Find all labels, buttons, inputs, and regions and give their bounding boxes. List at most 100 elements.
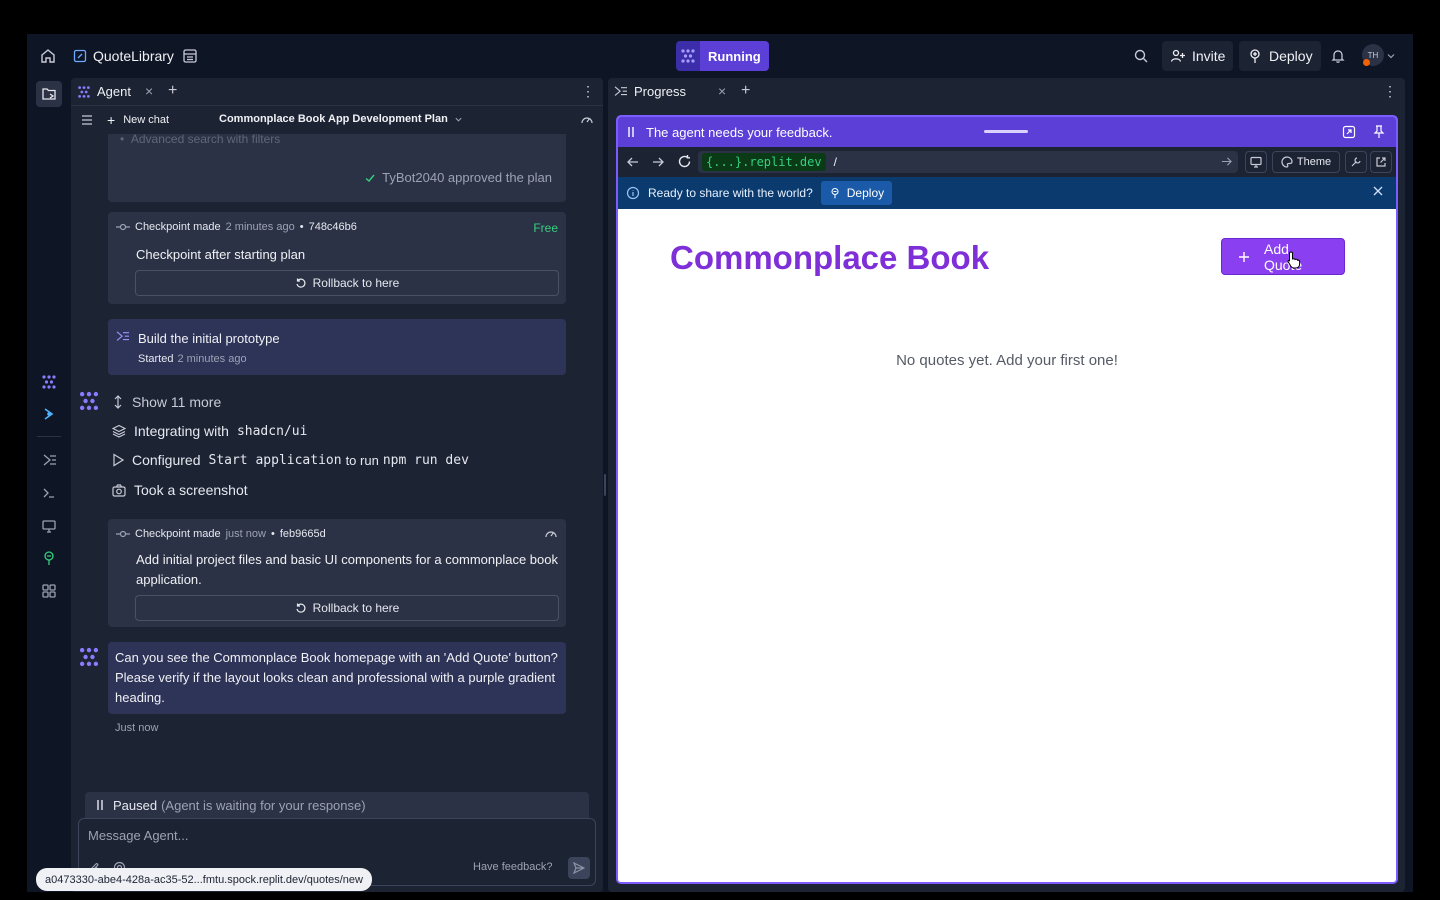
invite-button[interactable]: Invite	[1162, 41, 1234, 71]
deploy-label: Deploy	[1269, 48, 1313, 64]
rollback-button[interactable]: Rollback to here	[135, 595, 559, 621]
chevron-down-icon	[454, 115, 463, 124]
feedback-request-text: The agent needs your feedback.	[646, 124, 833, 140]
bell-icon[interactable]	[1326, 44, 1350, 68]
progress-started: Started 2 minutes ago	[138, 353, 247, 365]
back-icon[interactable]	[626, 155, 640, 169]
plan-approved: TyBot2040 approved the plan	[364, 170, 552, 185]
plan-card: • Advanced search with filters TyBot2040…	[108, 134, 566, 202]
deployments-icon[interactable]	[37, 546, 61, 570]
send-button[interactable]	[568, 857, 590, 879]
link-preview-tooltip: a0473330-abe4-428a-ac35-52...fmtu.spock.…	[36, 868, 372, 891]
tab-progress[interactable]: Progress	[614, 84, 686, 99]
close-tab-icon[interactable]: ×	[718, 83, 726, 99]
open-new-tab-button[interactable]	[1370, 151, 1392, 173]
run-status-button[interactable]: Running	[676, 41, 769, 71]
checkpoint-hash[interactable]: 748c46b6	[309, 221, 357, 233]
rollback-button[interactable]: Rollback to here	[135, 270, 559, 296]
agent-avatar-icon	[78, 646, 100, 668]
add-tab-icon[interactable]: +	[741, 82, 750, 100]
devtools-button[interactable]	[1245, 151, 1267, 173]
chat-header: + New chat Commonplace Book App Developm…	[71, 106, 603, 134]
replit-workspace: QuoteLibrary Running Invite Deploy TH Ag…	[27, 34, 1413, 892]
rail-separator	[37, 436, 61, 437]
exit-icon[interactable]	[1342, 125, 1356, 139]
webview-frame: The agent needs your feedback. {...}.rep…	[616, 115, 1398, 884]
palette-icon	[1281, 156, 1293, 168]
progress-card[interactable]: Build the initial prototype Started 2 mi…	[108, 319, 566, 375]
banner-deploy-button[interactable]: Deploy	[820, 181, 893, 205]
tab-agent[interactable]: Agent	[77, 84, 131, 99]
agent-icon[interactable]	[37, 370, 61, 394]
pause-icon	[626, 126, 636, 138]
all-tools-icon[interactable]	[37, 579, 61, 603]
action-screenshot[interactable]: Took a screenshot	[112, 482, 248, 498]
drag-handle[interactable]	[984, 130, 1028, 133]
paused-detail: (Agent is waiting for your response)	[161, 797, 366, 813]
assistant-icon[interactable]	[37, 402, 61, 426]
undo-icon	[295, 277, 307, 289]
shell-icon[interactable]	[37, 481, 61, 505]
files-icon[interactable]	[36, 81, 62, 107]
chevron-down-icon[interactable]	[1384, 44, 1398, 68]
checkpoint-time: 2 minutes ago	[225, 221, 295, 233]
progress-tab-bar: Progress × + ⋮	[608, 78, 1405, 106]
agent-logo-icon	[77, 85, 91, 99]
workspace-layout-icon[interactable]	[178, 44, 202, 68]
banner-deploy-label: Deploy	[846, 186, 885, 200]
deploy-icon	[829, 187, 841, 199]
add-quote-button[interactable]: Add Quote	[1221, 238, 1345, 275]
forward-icon[interactable]	[651, 155, 665, 169]
chat-title-dropdown[interactable]: Commonplace Book App Development Plan	[219, 113, 463, 125]
chat-list-icon[interactable]	[80, 113, 94, 127]
external-link-icon	[1375, 156, 1387, 168]
panel-resize-handle[interactable]	[604, 474, 606, 496]
rollback-label: Rollback to here	[312, 601, 400, 615]
theme-button[interactable]: Theme	[1272, 151, 1340, 173]
close-icon[interactable]	[1372, 185, 1384, 197]
progress-title: Build the initial prototype	[138, 331, 280, 346]
chat-messages[interactable]: • Advanced search with filters TyBot2040…	[71, 134, 603, 784]
theme-label: Theme	[1296, 156, 1332, 168]
webview-icon[interactable]	[37, 514, 61, 538]
agent-logo-icon	[676, 41, 700, 71]
avatar-status-dot	[1363, 59, 1370, 66]
refresh-icon[interactable]	[677, 154, 692, 169]
checkpoint-hash[interactable]: feb9665d	[280, 528, 326, 540]
close-tab-icon[interactable]: ×	[145, 83, 153, 99]
tools-button[interactable]	[1345, 151, 1367, 173]
add-user-icon	[1170, 48, 1186, 64]
paused-status: Paused (Agent is waiting for your respon…	[85, 792, 589, 818]
message-input[interactable]	[88, 828, 468, 843]
plus-icon: +	[107, 112, 116, 128]
checkpoint-icon	[116, 529, 130, 539]
progress-icon	[116, 331, 130, 343]
feedback-link[interactable]: Have feedback?	[473, 861, 553, 873]
speedometer-icon[interactable]	[544, 527, 558, 541]
agent-panel: Agent × + ⋮ + New chat Commonplace Book …	[71, 78, 603, 892]
new-chat-button[interactable]: + New chat	[107, 112, 169, 128]
go-icon[interactable]	[1221, 156, 1232, 167]
search-icon[interactable]	[1129, 44, 1153, 68]
progress-icon[interactable]	[37, 448, 61, 472]
add-tab-icon[interactable]: +	[168, 82, 177, 100]
project-name[interactable]: QuoteLibrary	[93, 48, 174, 64]
deploy-button[interactable]: Deploy	[1239, 41, 1321, 71]
url-field[interactable]: {...}.replit.dev /	[698, 151, 1238, 173]
more-options-icon[interactable]: ⋮	[1383, 83, 1397, 100]
tab-progress-label: Progress	[634, 84, 687, 99]
action-integrating: Integrating with shadcn/ui	[112, 423, 307, 439]
speedometer-icon[interactable]	[580, 113, 594, 127]
webview-toolbar: {...}.replit.dev / Theme	[618, 147, 1396, 177]
undo-icon	[295, 602, 307, 614]
checkpoint-icon	[116, 222, 130, 232]
more-options-icon[interactable]: ⋮	[581, 83, 595, 100]
home-icon[interactable]	[36, 44, 60, 68]
show-more-button[interactable]: Show 11 more	[112, 394, 221, 410]
checkpoint-card: Checkpoint made 2 minutes ago • 748c46b6…	[108, 212, 566, 304]
checkpoint-prefix: Checkpoint made	[135, 221, 221, 233]
top-bar: QuoteLibrary Running Invite Deploy TH	[27, 34, 1413, 78]
pin-icon[interactable]	[1373, 125, 1385, 139]
camera-icon	[112, 483, 126, 497]
agent-avatar-icon	[78, 390, 100, 412]
